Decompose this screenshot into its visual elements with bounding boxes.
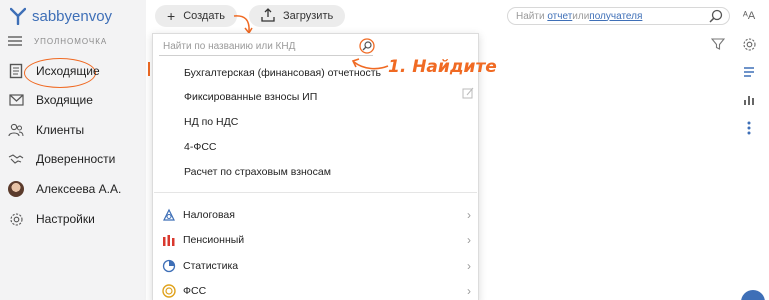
search-prefix: Найти <box>516 10 545 22</box>
font-size-icon[interactable]: ᴬA <box>738 7 760 25</box>
chevron-right-icon: › <box>467 233 471 247</box>
envelope-icon <box>8 92 24 108</box>
list-item[interactable]: Фиксированные взносы ИП <box>184 91 317 103</box>
help-button[interactable] <box>741 290 765 300</box>
tax-icon <box>161 207 177 223</box>
chart-icon[interactable] <box>738 91 760 109</box>
gear-icon <box>8 211 24 227</box>
sidebar-item-incoming[interactable]: Входящие <box>8 89 93 111</box>
avatar-wrap <box>8 181 24 197</box>
sidebar-item-clients[interactable]: Клиенты <box>8 119 84 141</box>
category-pension[interactable]: Пенсионный › <box>161 230 473 250</box>
search-middle: или <box>572 10 590 22</box>
sidebar-item-settings[interactable]: Настройки <box>8 208 95 230</box>
sidebar-item-label: Клиенты <box>36 123 85 137</box>
sidebar-item-powers[interactable]: Доверенности <box>8 148 115 170</box>
category-fss[interactable]: ФСС › <box>161 281 473 300</box>
sidebar-item-label: Настройки <box>36 212 95 226</box>
document-list-icon <box>8 63 24 79</box>
sidebar-item-user[interactable]: Алексеева А.А. <box>8 178 121 200</box>
handshake-icon <box>8 151 24 167</box>
chevron-right-icon: › <box>467 259 471 273</box>
more-icon[interactable] <box>738 119 760 137</box>
annotation-label: 1. Найдите <box>388 57 497 77</box>
sidebar: sabbyenvoy УПОЛНОМОЧКА Исходящие Входящи… <box>0 0 146 300</box>
sidebar-item-label: Доверенности <box>36 152 116 166</box>
sidebar-item-outgoing[interactable]: Исходящие <box>8 60 100 82</box>
sidebar-item-label: Исходящие <box>36 64 100 78</box>
gear-icon[interactable] <box>738 35 760 53</box>
arrow-annotation-icon <box>351 58 389 70</box>
upload-icon <box>261 8 275 24</box>
upload-button-label: Загрузить <box>283 10 334 22</box>
create-button[interactable]: + Создать <box>155 5 237 27</box>
plus-icon: + <box>167 8 176 24</box>
org-name: УПОЛНОМОЧКА <box>34 36 108 46</box>
category-label: Статистика <box>183 260 239 272</box>
menu-icon[interactable] <box>8 36 22 46</box>
chevron-right-icon: › <box>467 284 471 298</box>
category-label: Пенсионный <box>183 234 245 246</box>
filter-icon[interactable] <box>711 37 725 51</box>
list-item[interactable]: Расчет по страховым взносам <box>184 166 331 178</box>
statistics-icon <box>161 258 177 274</box>
search-icon[interactable] <box>356 37 378 55</box>
sidebar-item-label: Входящие <box>36 93 93 107</box>
active-indicator <box>148 62 150 76</box>
divider <box>154 192 477 193</box>
logo-icon <box>10 7 26 25</box>
sidebar-item-label: Алексеева А.А. <box>36 182 122 196</box>
report-search-input[interactable]: Найти по названию или КНД <box>159 38 373 56</box>
create-button-label: Создать <box>183 10 225 22</box>
search-report-link[interactable]: отчет <box>547 11 572 22</box>
edit-icon[interactable] <box>462 87 474 99</box>
logo-text: sabbyenvoy <box>32 7 113 25</box>
category-label: Налоговая <box>183 209 235 221</box>
people-icon <box>8 122 24 138</box>
fss-icon <box>161 283 177 299</box>
chevron-right-icon: › <box>467 208 471 222</box>
logo[interactable]: sabbyenvoy <box>10 6 112 26</box>
category-tax[interactable]: Налоговая › <box>161 205 473 225</box>
upload-button[interactable]: Загрузить <box>249 5 346 27</box>
avatar <box>8 181 24 197</box>
search-recipient-link[interactable]: получателя <box>589 11 642 22</box>
org-switcher[interactable]: УПОЛНОМОЧКА <box>8 36 107 46</box>
search-input[interactable]: Найти отчет или получателя <box>507 7 730 25</box>
list-icon[interactable] <box>738 63 760 81</box>
category-statistics[interactable]: Статистика › <box>161 256 473 276</box>
list-item[interactable]: 4-ФСС <box>184 141 216 153</box>
search-icon[interactable] <box>709 9 723 23</box>
list-item[interactable]: НД по НДС <box>184 116 238 128</box>
pension-icon <box>161 232 177 248</box>
category-label: ФСС <box>183 285 207 297</box>
